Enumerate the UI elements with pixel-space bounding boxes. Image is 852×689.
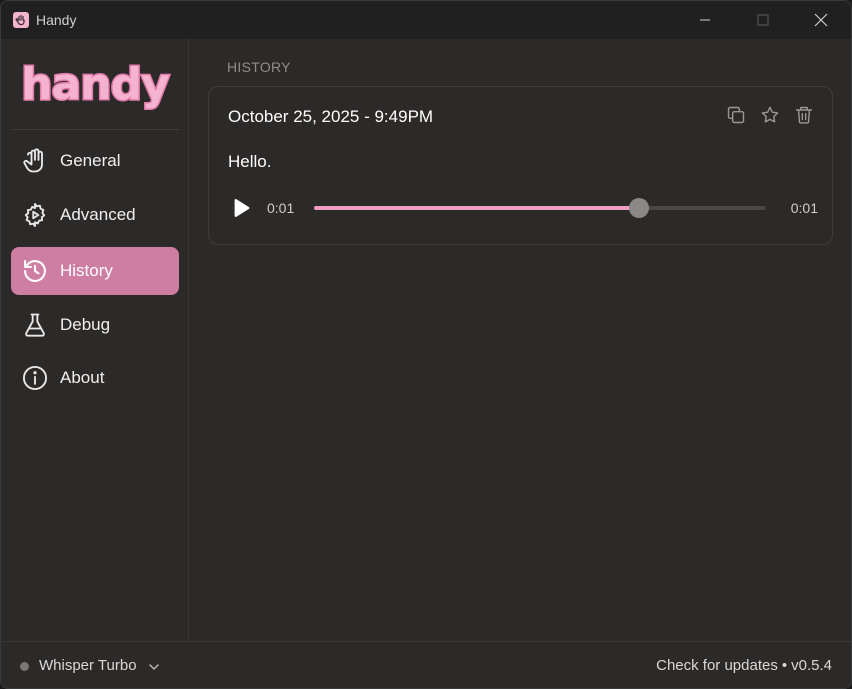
- footer-separator: •: [781, 657, 788, 674]
- info-icon: [22, 365, 48, 391]
- sidebar-item-label: Debug: [60, 315, 111, 334]
- gear-play-icon: [24, 202, 46, 228]
- flask-icon: [25, 313, 45, 337]
- sidebar-item-label: History: [60, 261, 113, 280]
- hand-icon: [23, 148, 43, 173]
- close-icon: [814, 13, 828, 27]
- section-title: HISTORY: [227, 59, 291, 75]
- duration-time: 0:01: [790, 200, 818, 216]
- favorite-button[interactable]: [760, 105, 780, 125]
- sidebar: handy General Advanced History Debug Abo…: [1, 39, 189, 641]
- maximize-icon: [757, 14, 769, 26]
- star-icon: [761, 106, 779, 123]
- delete-button[interactable]: [794, 105, 814, 125]
- history-entry-card: October 25, 2025 - 9:49PM Hello. 0:01 0:…: [208, 86, 833, 245]
- current-time: 0:01: [267, 200, 295, 216]
- play-icon[interactable]: [230, 197, 252, 219]
- minimize-icon: [700, 19, 710, 21]
- handy-logo: handy: [20, 58, 171, 112]
- copy-button[interactable]: [726, 105, 746, 125]
- sidebar-item-debug[interactable]: Debug: [11, 301, 179, 349]
- title-bar[interactable]: Handy: [1, 1, 851, 39]
- minimize-button[interactable]: [682, 1, 728, 39]
- seek-progress: [314, 206, 640, 210]
- model-status-dot: [20, 662, 29, 671]
- sidebar-item-about[interactable]: About: [11, 354, 179, 402]
- footer-right: Check for updates • v0.5.4: [656, 657, 832, 674]
- sidebar-item-advanced[interactable]: Advanced: [11, 191, 179, 239]
- entry-datetime: October 25, 2025 - 9:49PM: [228, 107, 434, 126]
- sidebar-item-label: General: [60, 151, 121, 170]
- sidebar-item-general[interactable]: General: [11, 137, 179, 185]
- copy-icon: [727, 106, 745, 124]
- close-button[interactable]: [798, 1, 844, 39]
- version-label: v0.5.4: [791, 657, 832, 674]
- history-icon: [24, 260, 46, 282]
- svg-text:handy: handy: [21, 59, 169, 110]
- sidebar-item-history[interactable]: History: [11, 247, 179, 295]
- model-selector[interactable]: Whisper Turbo: [39, 657, 137, 674]
- sidebar-item-label: Advanced: [60, 205, 136, 224]
- check-updates-link[interactable]: Check for updates: [656, 657, 778, 674]
- entry-actions: [726, 105, 814, 125]
- main-content: HISTORY October 25, 2025 - 9:49PM Hello.…: [190, 39, 851, 641]
- entry-transcript: Hello.: [228, 152, 272, 171]
- audio-player: 0:01 0:01: [228, 195, 818, 219]
- hand-icon: [13, 12, 29, 28]
- seek-slider[interactable]: [314, 198, 766, 218]
- window-title: Handy: [36, 12, 77, 28]
- status-bar: Whisper Turbo Check for updates • v0.5.4: [1, 641, 851, 688]
- seek-handle[interactable]: [629, 198, 650, 218]
- logo-divider: [11, 129, 179, 130]
- app-window: Handy handy General Advanced History Deb…: [0, 0, 852, 689]
- maximize-button[interactable]: [740, 1, 786, 39]
- chevron-down-icon[interactable]: [147, 660, 161, 674]
- sidebar-item-label: About: [60, 368, 105, 387]
- trash-icon: [795, 106, 813, 124]
